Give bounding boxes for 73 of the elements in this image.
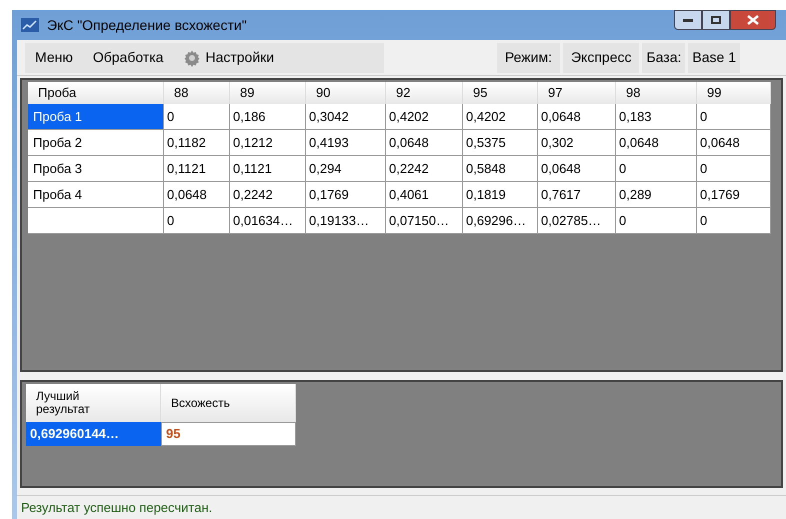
table-cell: 0,0648 — [616, 130, 697, 156]
column-header[interactable]: 89 — [230, 82, 306, 104]
row-label-cell[interactable]: Проба 4 — [28, 182, 164, 208]
menu-item[interactable]: Обработка — [82, 47, 174, 68]
close-icon — [747, 15, 759, 25]
table-cell: 0,0648 — [386, 130, 463, 156]
table-cell: 0,5375 — [463, 130, 538, 156]
table-cell: 0,302 — [538, 130, 616, 156]
table-cell: 0,4202 — [463, 104, 538, 130]
column-header[interactable]: 92 — [386, 82, 463, 104]
status-text: Результат успешно пересчитан. — [21, 498, 212, 517]
column-header[interactable]: 97 — [538, 82, 616, 104]
table-cell: 0,294 — [306, 156, 386, 182]
column-header[interactable]: 88 — [164, 82, 230, 104]
column-header[interactable]: 90 — [306, 82, 386, 104]
table-cell: 0,19133… — [306, 208, 386, 234]
table-cell: 0,0648 — [697, 130, 771, 156]
table-cell: 0,01634… — [230, 208, 306, 234]
close-button[interactable] — [730, 10, 776, 30]
chart-icon — [21, 18, 39, 32]
column-header[interactable]: 99 — [697, 82, 771, 104]
menu-item[interactable]: Настройки — [173, 47, 284, 68]
base-value[interactable]: Base 1 — [688, 42, 740, 72]
table-cell: 0 — [697, 104, 771, 130]
table-cell: 0 — [164, 208, 230, 234]
table-cell: 0,1121 — [230, 156, 306, 182]
row-label-cell[interactable] — [28, 208, 164, 234]
germination-cell: 95 — [161, 422, 296, 446]
table-cell: 0,3042 — [306, 104, 386, 130]
minimize-button[interactable] — [674, 10, 702, 30]
row-label-cell[interactable]: Проба 1 — [28, 104, 164, 130]
gear-icon — [183, 48, 202, 66]
table-cell: 0,0648 — [538, 156, 616, 182]
table-cell: 0,1819 — [463, 182, 538, 208]
column-header[interactable]: 98 — [616, 82, 697, 104]
table-cell: 0 — [616, 208, 697, 234]
table-cell: 0,2242 — [386, 156, 463, 182]
base-label: База: — [642, 42, 686, 72]
table-cell: 0,02785… — [538, 208, 616, 234]
row-label-cell[interactable]: Проба 2 — [28, 130, 164, 156]
table-cell: 0,186 — [230, 104, 306, 130]
column-header[interactable]: Лучший результат — [26, 384, 161, 422]
mode-value[interactable]: Экспресс — [562, 42, 640, 72]
table-cell: 0 — [164, 104, 230, 130]
table-cell: 0,4202 — [386, 104, 463, 130]
table-cell: 0,1212 — [230, 130, 306, 156]
table-cell: 0,7617 — [538, 182, 616, 208]
table-cell: 0,289 — [616, 182, 697, 208]
menu-item[interactable]: Меню — [25, 47, 83, 68]
table-cell: 0,07150… — [386, 208, 463, 234]
table-cell: 0,0648 — [164, 182, 230, 208]
table-cell: 0,4193 — [306, 130, 386, 156]
table-cell: 0,5848 — [463, 156, 538, 182]
table-cell: 0,1182 — [164, 130, 230, 156]
table-cell: 0,1121 — [164, 156, 230, 182]
table-cell: 0,2242 — [230, 182, 306, 208]
window-title: ЭкС "Определение всхожести" — [47, 16, 247, 35]
column-header[interactable]: Проба — [28, 82, 164, 104]
row-label-cell[interactable]: Проба 3 — [28, 156, 164, 182]
table-cell: 0,69296… — [463, 208, 538, 234]
column-header[interactable]: 95 — [463, 82, 538, 104]
table-cell: 0,0648 — [538, 104, 616, 130]
mode-label: Режим: — [496, 42, 560, 72]
table-cell: 0 — [697, 208, 771, 234]
maximize-button[interactable] — [702, 10, 730, 30]
table-cell: 0,1769 — [306, 182, 386, 208]
table-cell: 0,183 — [616, 104, 697, 130]
table-cell: 0 — [616, 156, 697, 182]
table-cell: 0 — [697, 156, 771, 182]
column-header[interactable]: Всхожесть — [161, 384, 296, 422]
table-cell: 0,4061 — [386, 182, 463, 208]
best-result-cell[interactable]: 0,692960144… — [26, 422, 161, 446]
table-cell: 0,1769 — [697, 182, 771, 208]
